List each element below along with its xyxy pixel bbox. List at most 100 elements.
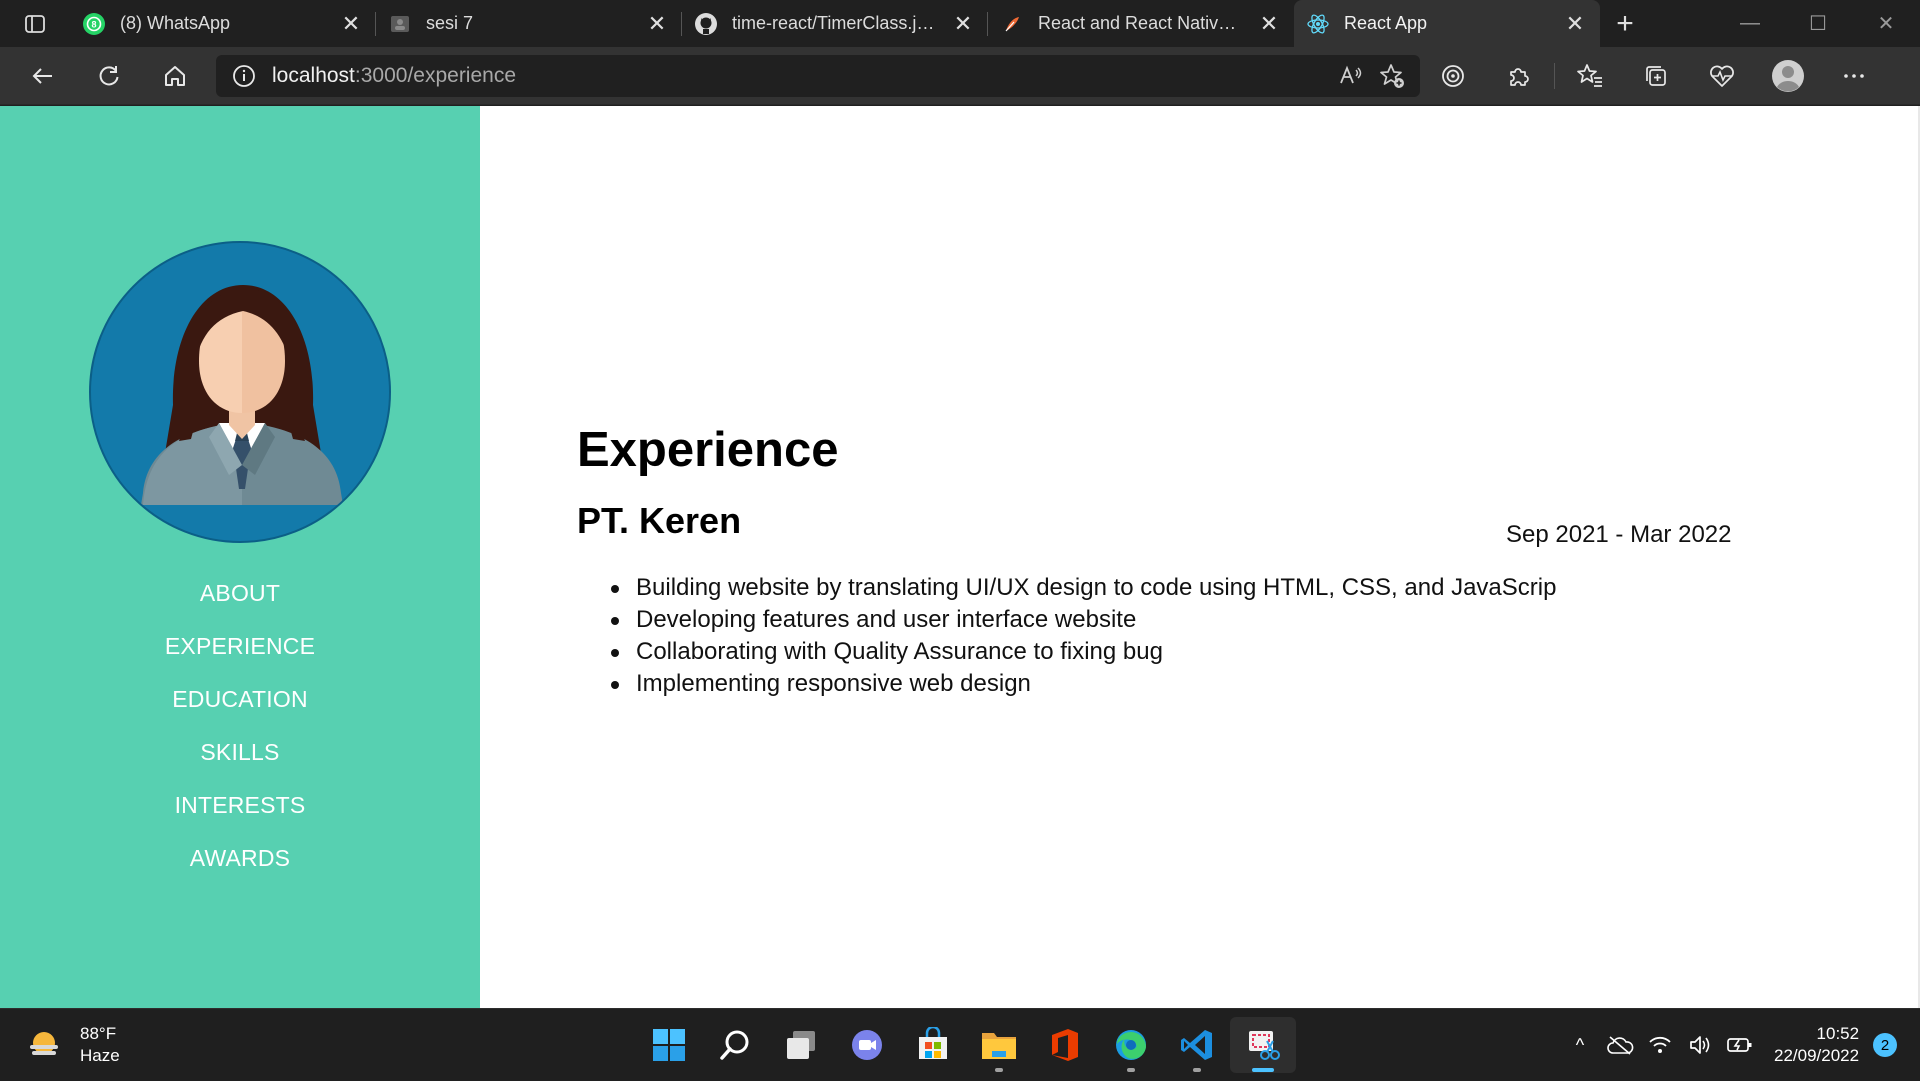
web-page: ABOUT EXPERIENCE EDUCATION SKILLS INTERE… [0,106,1920,1008]
tab-close-icon[interactable]: ✕ [338,11,364,37]
vscode-icon [1181,1030,1212,1060]
generic-page-icon [388,12,412,36]
file-explorer-button[interactable] [966,1017,1032,1073]
feather-icon [1000,12,1024,36]
settings-more-button[interactable] [1831,53,1877,99]
sidebar-nav: ABOUT EXPERIENCE EDUCATION SKILLS INTERE… [0,567,480,885]
active-indicator [1252,1068,1274,1072]
store-button[interactable] [900,1017,966,1073]
tab-title: time-react/TimerClass.js at [732,13,940,33]
vscode-button[interactable] [1164,1017,1230,1073]
office-icon [1052,1029,1078,1061]
svg-text:8: 8 [91,19,96,29]
list-item: Implementing responsive web design [611,668,1556,700]
tab-actions-button[interactable] [0,0,70,47]
more-dots-icon [1844,74,1864,78]
url-path: :3000/experience [354,64,517,87]
site-info-icon[interactable] [232,64,256,88]
weather-widget[interactable]: 88°F Haze [26,1023,120,1067]
puzzle-icon [1510,68,1529,86]
store-icon [919,1027,947,1059]
window-controls: — ☐ ✕ [1716,0,1920,47]
employment-period: Sep 2021 - Mar 2022 [1506,521,1732,548]
tab-react-app[interactable]: React App ✕ [1294,0,1600,47]
url-text: localhost:3000/experience [272,64,516,88]
tab-sesi-7[interactable]: sesi 7 ✕ [376,0,682,47]
chat-icon [852,1030,882,1060]
list-item: Collaborating with Quality Assurance to … [611,636,1556,668]
profile-button[interactable] [1765,53,1811,99]
weather-haze-icon [30,1032,58,1055]
read-aloud-icon[interactable] [1338,63,1364,89]
minimize-button[interactable]: — [1716,0,1784,47]
task-view-button[interactable] [768,1017,834,1073]
list-item: Building website by translating UI/UX de… [611,572,1556,604]
new-tab-button[interactable]: + [1600,0,1650,47]
back-button[interactable] [20,53,66,99]
tab-close-icon[interactable]: ✕ [950,11,976,37]
chat-button[interactable] [834,1017,900,1073]
nav-experience-link[interactable]: EXPERIENCE [0,620,480,673]
maximize-button[interactable]: ☐ [1784,0,1852,47]
start-button[interactable] [636,1017,702,1073]
snipping-tool-button[interactable] [1230,1017,1296,1073]
tracking-prevention-button[interactable] [1430,53,1476,99]
nav-awards-link[interactable]: AWARDS [0,832,480,885]
battery-icon[interactable] [1720,1035,1760,1055]
nav-about-link[interactable]: ABOUT [0,567,480,620]
responsibilities-list: Building website by translating UI/UX de… [611,572,1556,700]
tab-title: React and React Native Ba [1038,13,1246,33]
taskbar-apps [636,1017,1296,1073]
toolbar-right-actions [1430,47,1897,105]
snipping-tool-icon [1249,1031,1280,1060]
nav-interests-link[interactable]: INTERESTS [0,779,480,832]
address-bar[interactable]: localhost:3000/experience [216,55,1420,97]
running-indicator [1193,1068,1201,1072]
tab-whatsapp[interactable]: 8 (8) WhatsApp ✕ [70,0,376,47]
url-host: localhost [272,64,355,87]
system-clock[interactable]: 10:52 22/09/2022 [1774,1023,1859,1067]
profile-avatar-icon [1772,60,1804,92]
onedrive-cloud-icon[interactable] [1600,1035,1640,1055]
whatsapp-icon: 8 [82,12,106,36]
window-close-button[interactable]: ✕ [1852,0,1920,47]
tab-title: (8) WhatsApp [120,13,231,33]
wifi-icon[interactable] [1640,1035,1680,1055]
tab-close-icon[interactable]: ✕ [644,11,670,37]
home-button[interactable] [152,53,198,99]
search-icon [720,1030,749,1060]
running-indicator [995,1068,1003,1072]
add-favorite-icon[interactable] [1378,62,1406,90]
company-name: PT. Keren [577,500,742,541]
extensions-button[interactable] [1496,53,1542,99]
start-icon [653,1029,685,1061]
collections-button[interactable] [1633,53,1679,99]
running-indicator [1127,1068,1135,1072]
tab-close-icon[interactable]: ✕ [1562,11,1588,37]
woman-avatar-illustration [141,285,343,505]
notification-badge[interactable]: 2 [1873,1033,1898,1057]
refresh-icon [99,65,119,85]
tab-github[interactable]: time-react/TimerClass.js at ✕ [682,0,988,47]
favorites-list-icon [1577,64,1602,87]
nav-education-link[interactable]: EDUCATION [0,673,480,726]
nav-skills-link[interactable]: SKILLS [0,726,480,779]
favorites-button[interactable] [1567,53,1613,99]
browser-essentials-button[interactable] [1699,53,1745,99]
search-button[interactable] [702,1017,768,1073]
system-tray: ^ 10:52 22/09/2022 2 [1560,1009,1898,1081]
profile-avatar [89,241,391,543]
tab-close-icon[interactable]: ✕ [1256,11,1282,37]
office-button[interactable] [1032,1017,1098,1073]
edge-button[interactable] [1098,1017,1164,1073]
section-heading: Experience [577,423,839,477]
tab-title: React App [1344,13,1428,33]
tray-overflow-chevron-icon[interactable]: ^ [1560,1035,1600,1056]
tab-react-native-book[interactable]: React and React Native Ba ✕ [988,0,1294,47]
refresh-button[interactable] [86,53,132,99]
tab-strip: 8 (8) WhatsApp ✕ sesi 7 ✕ time-react/Tim… [0,0,1920,47]
clock-time: 10:52 [1816,1024,1860,1043]
volume-icon[interactable] [1680,1034,1720,1056]
edge-icon [1116,1030,1146,1060]
home-icon [165,65,185,86]
